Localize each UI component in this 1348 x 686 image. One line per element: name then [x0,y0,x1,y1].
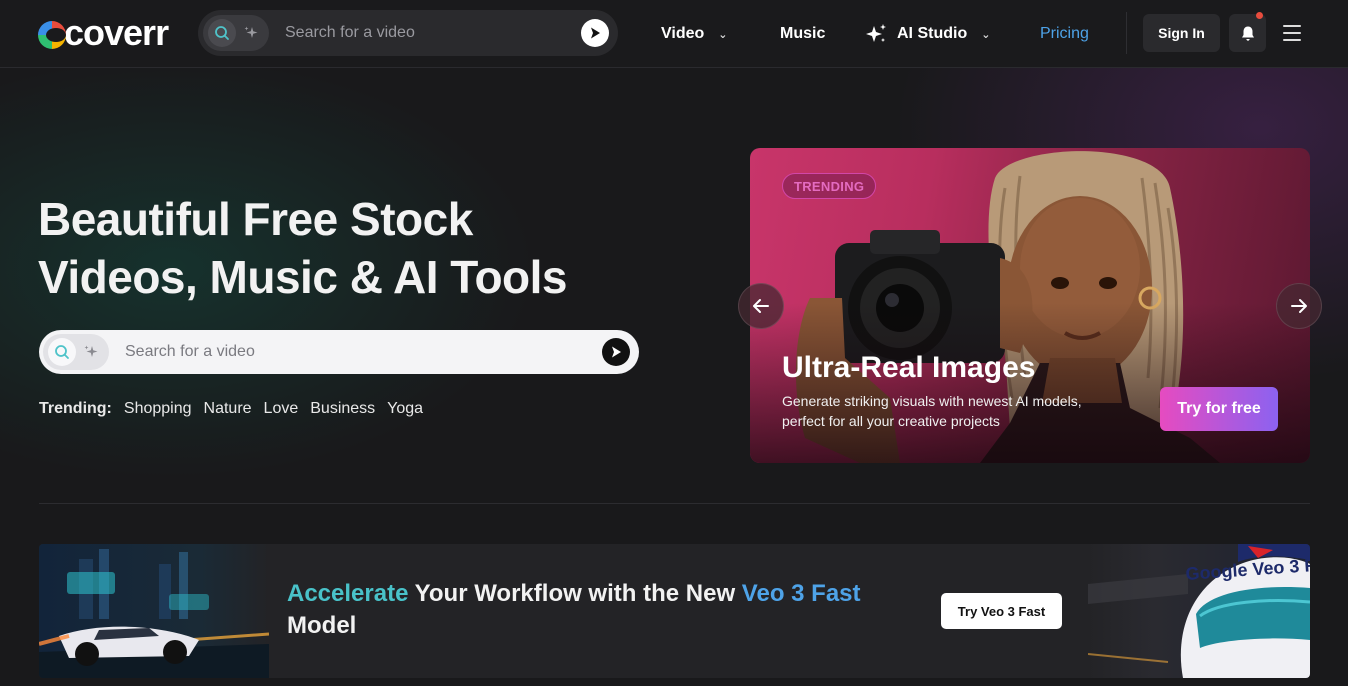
search-mode-toggle [203,15,269,51]
trending-tag-love[interactable]: Love [264,400,299,418]
try-for-free-button[interactable]: Try for free [1160,387,1278,431]
search-mode-button[interactable] [207,19,236,47]
nav-video[interactable]: Video ⌄ [661,0,728,68]
veo-promo-banner[interactable]: Accelerate Your Workflow with the New Ve… [39,544,1310,678]
trending-tag-shopping[interactable]: Shopping [124,400,192,418]
banner-text-mid: Your Workflow with the New [408,580,742,607]
banner-headline: Accelerate Your Workflow with the New Ve… [287,578,907,642]
nav-music[interactable]: Music [780,0,825,68]
nav-pricing[interactable]: Pricing [1040,0,1089,68]
banner-accent-veo: Veo 3 Fast [741,580,861,607]
banner-text-end: Model [287,612,357,639]
hero-title-line1: Beautiful Free Stock [38,193,473,245]
play-submit-icon [612,346,621,358]
hero-search-submit-button[interactable] [602,338,630,366]
header-search-bar: Search for a video [198,10,618,56]
promo-card-description: Generate striking visuals with newest AI… [782,393,1082,429]
trending-label: Trending: [39,400,112,417]
sparkle-icon [84,345,97,357]
trending-badge: TRENDING [782,173,877,199]
header-search-input[interactable]: Search for a video [285,24,581,42]
nav-video-label: Video [661,25,705,42]
hero-search-mode-button[interactable] [47,338,76,366]
nav-music-label: Music [780,25,826,42]
ai-search-mode-button[interactable] [237,19,265,47]
hero-search-mode-toggle [43,334,109,370]
nav-ai-studio[interactable]: AI Studio ⌄ [864,0,990,68]
try-veo-3-fast-button[interactable]: Try Veo 3 Fast [941,593,1062,629]
play-submit-icon [591,27,600,39]
trending-tags: Trending: Shopping Nature Love Business … [39,400,435,418]
arrow-left-icon [753,299,769,313]
header-search-submit-button[interactable] [581,19,609,47]
sign-in-button[interactable]: Sign In [1143,14,1220,52]
notification-dot [1256,12,1263,19]
banner-accent-accelerate: Accelerate [287,580,409,607]
logo-mark-icon [38,21,66,49]
hero-search-input[interactable]: Search for a video [125,343,602,361]
trending-tag-business[interactable]: Business [310,400,375,418]
hamburger-menu-icon[interactable] [1283,25,1301,41]
bell-icon [1241,26,1254,41]
notifications-button[interactable] [1229,12,1266,52]
header-divider [1126,12,1127,54]
promo-card-title: Ultra-Real Images [782,351,1036,384]
coverr-logo[interactable]: coverr [38,12,169,53]
logo-text: coverr [64,12,169,53]
hero-title: Beautiful Free Stock Videos, Music & AI … [38,190,658,306]
nav-ai-studio-label: AI Studio [897,25,968,42]
carousel-prev-button[interactable] [738,283,784,329]
sparkle-icon [244,26,257,38]
trending-tag-nature[interactable]: Nature [204,400,252,418]
race-car-illustration [39,544,269,678]
hero-ai-search-mode-button[interactable] [77,338,105,366]
hero-title-line2: Videos, Music & AI Tools [38,251,568,303]
arrow-right-icon [1291,299,1307,313]
carousel-next-button[interactable] [1276,283,1322,329]
chevron-down-icon: ⌄ [718,28,728,41]
top-header: coverr Search for a video Video ⌄ Music … [0,0,1348,68]
trending-tag-yoga[interactable]: Yoga [387,400,423,418]
ai-sparkle-icon [866,24,886,42]
promo-carousel-card[interactable]: TRENDING Ultra-Real Images Generate stri… [750,148,1310,463]
chevron-down-icon: ⌄ [981,28,991,41]
search-icon [54,345,69,359]
search-icon [214,26,229,40]
helmet-illustration: Google Veo 3 Fast [1088,544,1310,678]
section-divider [39,503,1310,504]
hero-search-bar: Search for a video [39,330,639,374]
